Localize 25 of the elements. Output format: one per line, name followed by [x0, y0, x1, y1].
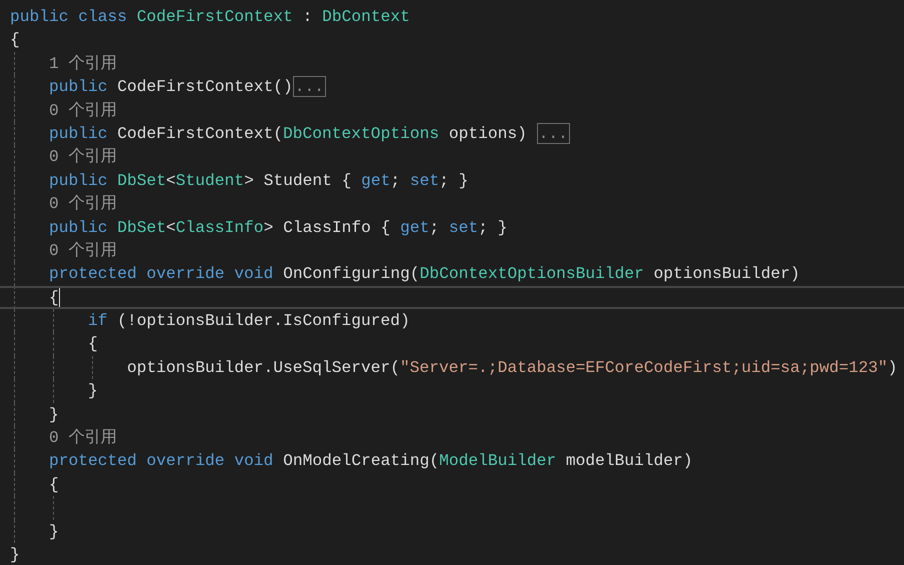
reference-count[interactable]: 0 个引用	[49, 192, 117, 216]
code-line: {	[10, 29, 20, 52]
code-line: if (!optionsBuilder.IsConfigured)	[88, 310, 410, 332]
code-line: {	[49, 286, 59, 309]
code-line: }	[88, 380, 98, 402]
code-line: {	[49, 474, 59, 496]
code-line: public DbSet<Student> Student { get; set; }	[49, 170, 468, 192]
code-line: public DbSet<ClassInfo> ClassInfo { get; set; }	[49, 216, 508, 239]
code-line: public class CodeFirstContext : DbContext	[10, 6, 410, 28]
code-line: {	[88, 333, 98, 356]
reference-count[interactable]: 0 个引用	[49, 426, 117, 450]
reference-count[interactable]: 0 个引用	[49, 238, 117, 262]
code-line: }	[10, 544, 20, 565]
collapsed-code-button[interactable]: ...	[292, 76, 326, 98]
code-line: public CodeFirstContext()	[49, 76, 293, 98]
code-line: }	[49, 404, 59, 426]
code-line: protected override void OnConfiguring(DbContextOptionsBuilder optionsBuilder)	[49, 263, 800, 286]
code-line: optionsBuilder.UseSqlServer("Server=.;Database=EFCoreCodeFirst;uid=sa;pwd=123")	[127, 356, 898, 379]
reference-count[interactable]: 0 个引用	[49, 145, 117, 169]
code-line: }	[49, 520, 59, 543]
collapsed-code-button[interactable]: ...	[536, 123, 570, 144]
code-line: public CodeFirstContext(DbContextOptions options)	[49, 122, 528, 145]
reference-count[interactable]: 1 个引用	[49, 52, 117, 76]
code-line: protected override void OnModelCreating(ModelBuilder modelBuilder)	[49, 450, 693, 472]
reference-count[interactable]: 0 个引用	[49, 98, 117, 122]
